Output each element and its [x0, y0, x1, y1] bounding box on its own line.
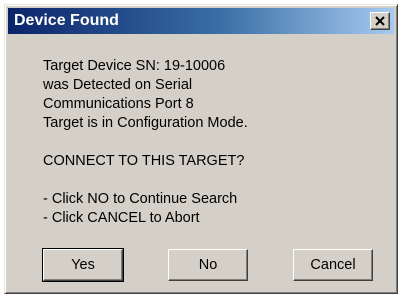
message-line-question: CONNECT TO THIS TARGET? [43, 153, 245, 169]
no-button[interactable]: No [168, 249, 248, 281]
message-line-detected: was Detected on Serial [43, 77, 193, 93]
dialog-title: Device Found [14, 12, 119, 29]
cancel-button[interactable]: Cancel [293, 249, 373, 281]
close-icon [375, 16, 385, 26]
message-spacer [43, 171, 248, 190]
message-line-port: Communications Port 8 [43, 96, 194, 112]
message-line-no-hint: - Click NO to Continue Search [43, 191, 238, 207]
message-line-cancel-hint: - Click CANCEL to Abort [43, 210, 200, 226]
close-button[interactable] [370, 12, 390, 30]
message-text: Target Device SN: 19-10006 was Detected … [43, 57, 248, 228]
yes-button[interactable]: Yes [42, 248, 124, 282]
title-bar[interactable]: Device Found [8, 8, 394, 34]
device-found-dialog: Device Found Target Device SN: 19-10006 … [4, 4, 398, 294]
message-line-serial: Target Device SN: 19-10006 [43, 58, 226, 74]
message-line-mode: Target is in Configuration Mode. [43, 115, 248, 131]
message-spacer [43, 133, 248, 152]
